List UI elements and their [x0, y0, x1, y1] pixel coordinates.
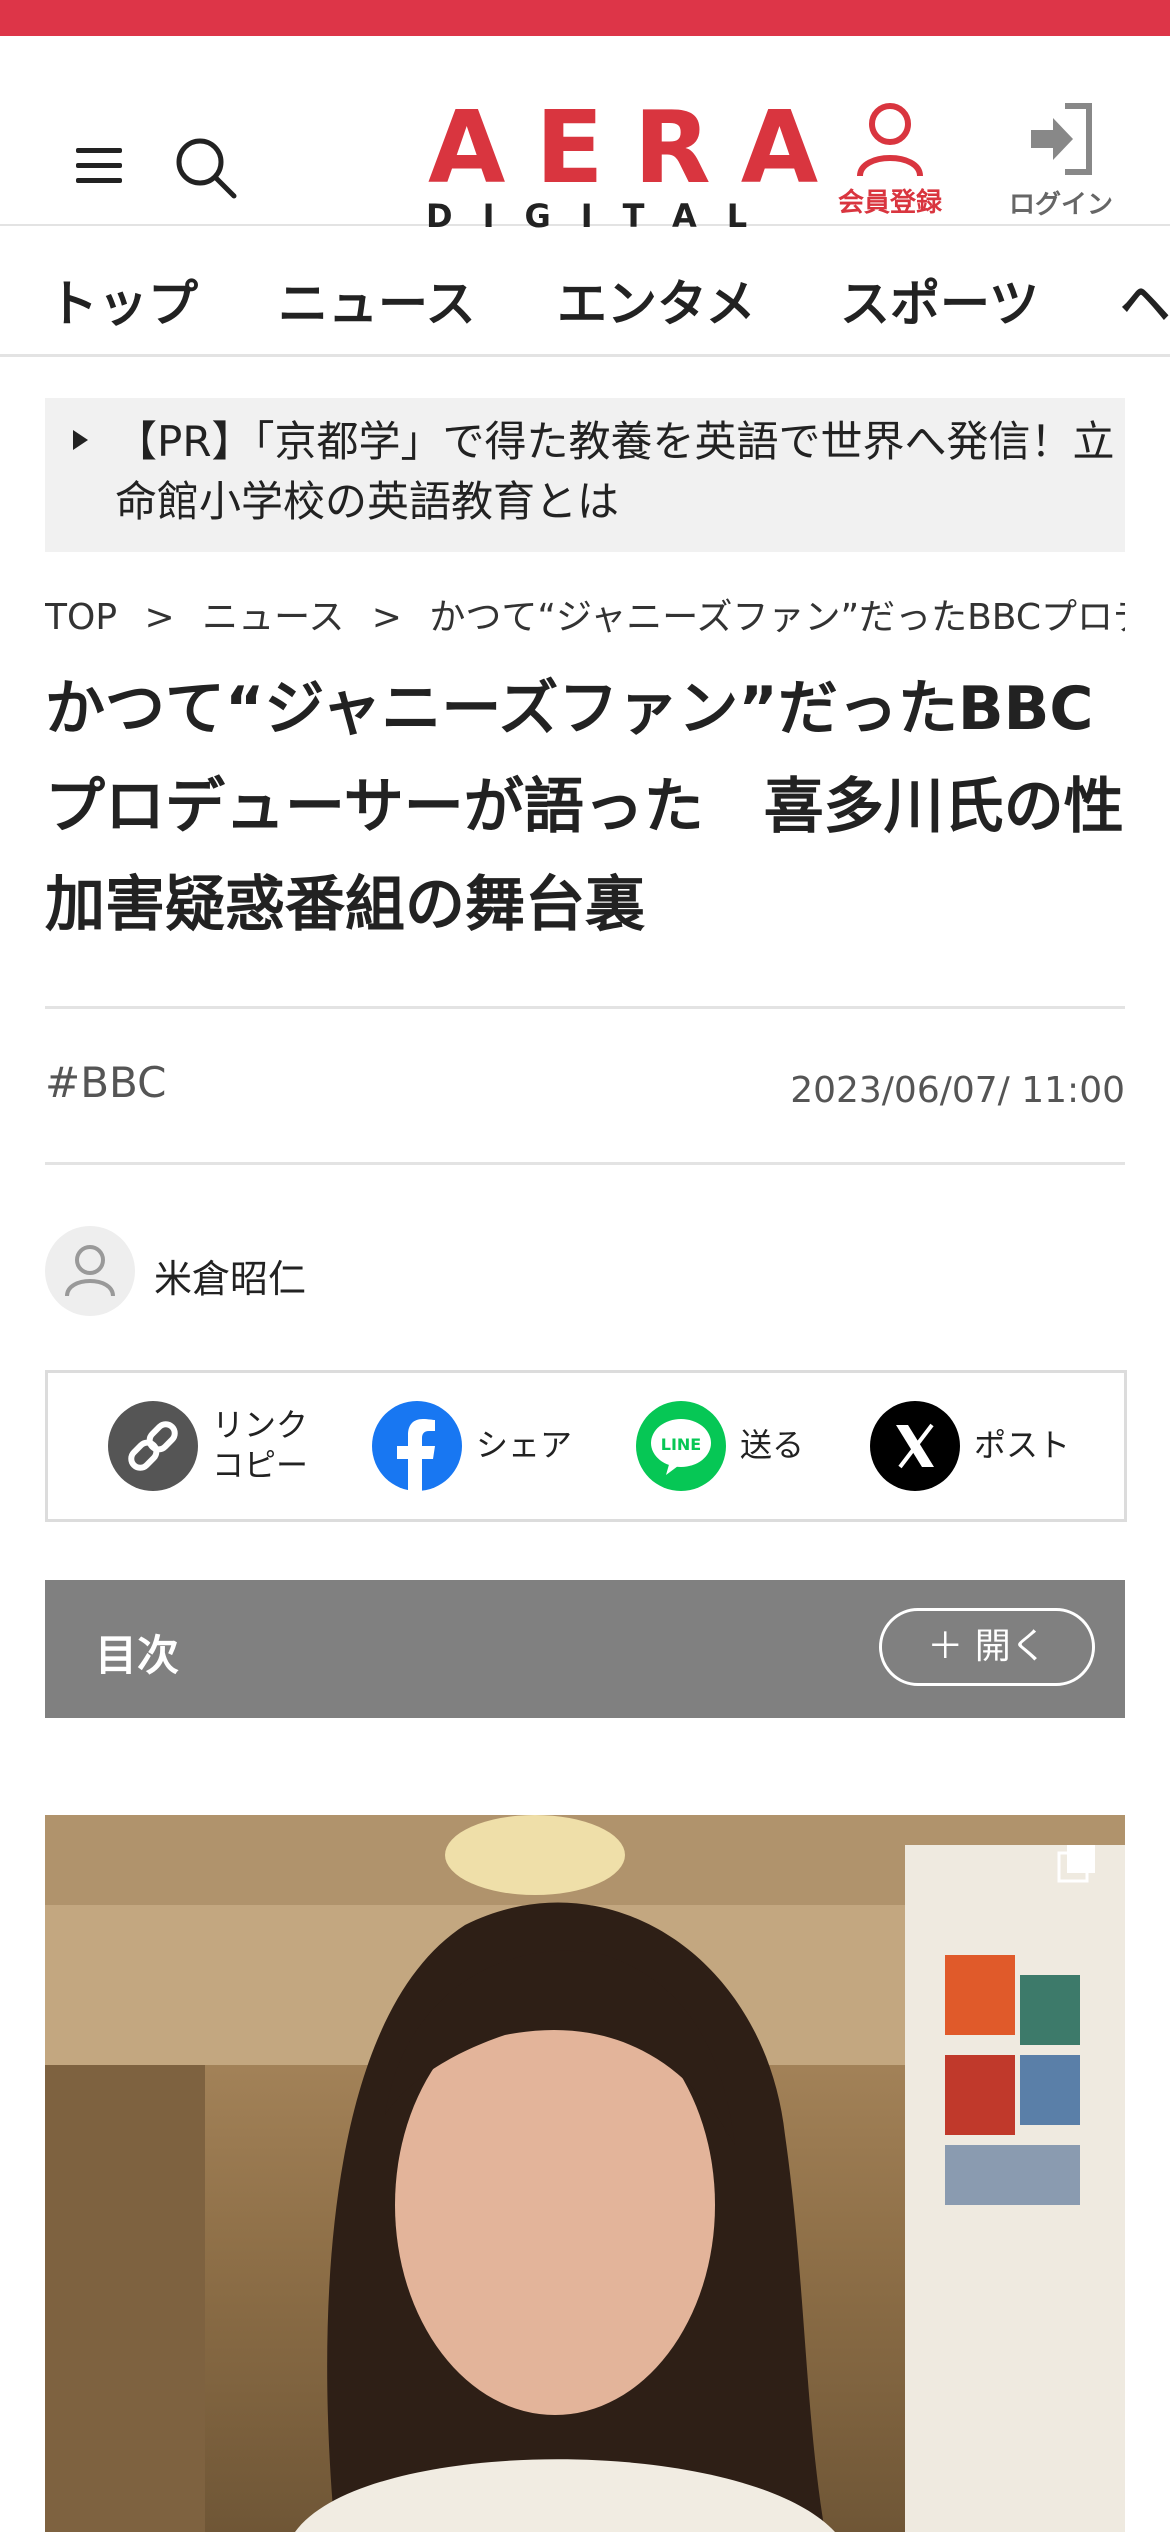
article-photo[interactable] — [45, 1815, 1125, 2532]
x-icon — [870, 1401, 960, 1491]
publish-date: 2023/06/07/ 11:00 — [790, 1070, 1125, 1111]
user-icon — [65, 1245, 115, 1297]
line-icon-text: LINE — [661, 1435, 701, 1454]
page-title: かつて“ジャニーズファン”だったBBCプロデューサーが語った 喜多川氏の性加害疑… — [45, 674, 1124, 940]
share-line-label: 送る — [740, 1426, 805, 1464]
breadcrumb-separator: > — [371, 597, 402, 638]
toc-title: 目次 — [95, 1631, 180, 1680]
top-accent-bar — [0, 0, 1170, 36]
nav-item-top[interactable]: トップ — [48, 264, 198, 336]
site-header: AERA DIGITAL 会員登録 ログイン — [0, 36, 1170, 234]
nav-item-entertainment[interactable]: エンタメ — [557, 264, 756, 336]
toc-open-button[interactable]: ＋ 開く — [879, 1608, 1095, 1686]
link-icon — [108, 1401, 198, 1491]
copy-icon[interactable] — [1057, 1843, 1097, 1883]
member-register-label: 会員登録 — [837, 188, 942, 218]
breadcrumb-current: かつて“ジャニーズファン”だったBBCプロデュ — [429, 597, 1125, 638]
divider — [45, 1006, 1125, 1009]
avatar — [45, 1226, 135, 1316]
share-link-label-2: コピー — [212, 1446, 309, 1484]
nav-item-more[interactable]: ヘ — [1120, 264, 1170, 336]
breadcrumb-top[interactable]: TOP — [45, 597, 117, 638]
person-photo — [45, 1815, 1125, 2532]
nav-item-sports[interactable]: スポーツ — [840, 264, 1039, 336]
login-icon — [1031, 103, 1092, 175]
category-nav: トップ ニュース エンタメ スポーツ ヘ — [0, 226, 1170, 357]
pr-banner[interactable]: 【PR】「京都学」で得た教養を英語で世界へ発信！立命館小学校の英語教育とは — [45, 398, 1125, 552]
logo-main-text: AERA — [428, 89, 849, 206]
divider — [45, 1162, 1125, 1165]
share-facebook-label: シェア — [476, 1426, 573, 1464]
member-register-button[interactable]: 会員登録 — [830, 100, 950, 219]
table-of-contents: 目次 ＋ 開く — [45, 1580, 1125, 1718]
pr-text: 【PR】「京都学」で得た教養を英語で世界へ発信！立命館小学校の英語教育とは — [115, 417, 1115, 526]
share-link-label-1: リンク — [212, 1406, 309, 1444]
share-x-label: ポスト — [974, 1426, 1071, 1464]
breadcrumb-news[interactable]: ニュース — [202, 597, 344, 638]
user-icon — [857, 103, 923, 177]
site-logo[interactable]: AERA DIGITAL — [410, 89, 849, 235]
line-icon: LINE — [636, 1401, 726, 1491]
breadcrumb-separator: > — [144, 597, 175, 638]
facebook-icon — [372, 1401, 462, 1491]
login-label: ログイン — [1008, 190, 1113, 220]
search-icon[interactable] — [172, 134, 242, 204]
breadcrumb: TOP > ニュース > かつて“ジャニーズファン”だったBBCプロデュ — [45, 588, 1125, 640]
menu-icon[interactable] — [76, 148, 122, 184]
author-name[interactable]: 米倉昭仁 — [154, 1248, 306, 1303]
article-tag[interactable]: #BBC — [45, 1058, 166, 1107]
nav-item-news[interactable]: ニュース — [278, 264, 476, 336]
triangle-right-icon — [73, 430, 88, 450]
login-button[interactable]: ログイン — [996, 100, 1126, 221]
share-bar: リンク コピー シェア LINE 送る ポスト — [45, 1370, 1127, 1522]
